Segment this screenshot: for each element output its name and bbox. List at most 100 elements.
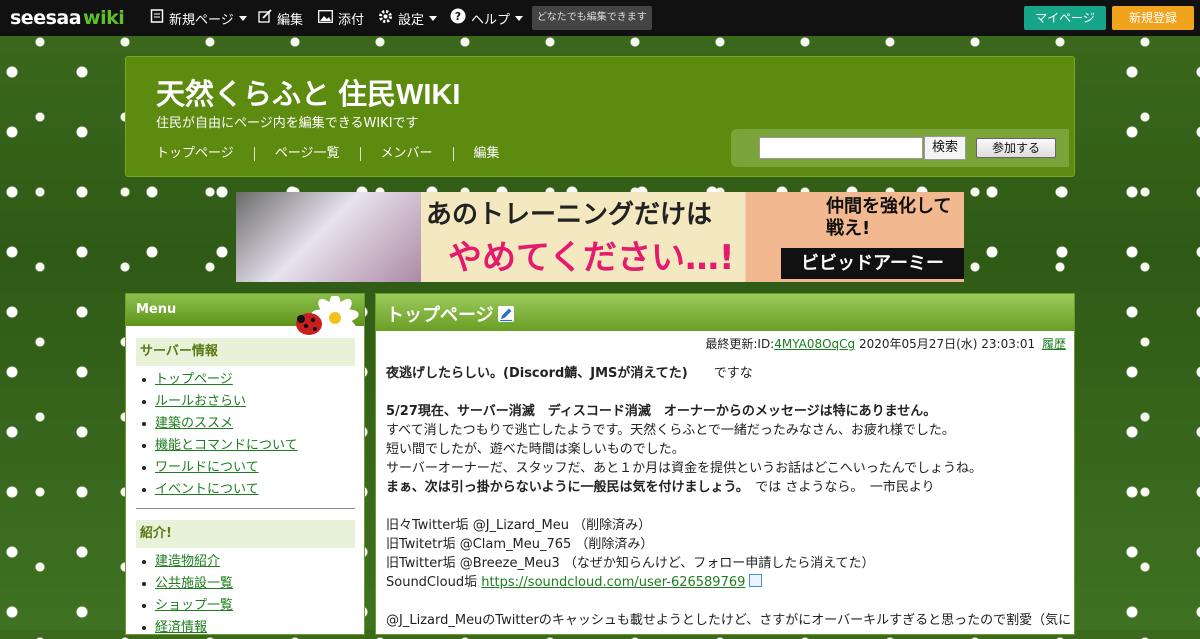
body-line: 5/27現在、サーバー消滅 ディスコード消滅 オーナーからのメッセージは特にあり… <box>386 402 1066 421</box>
list-item: 公共施設一覧 <box>141 573 233 595</box>
sidebar-link-public-facilities[interactable]: 公共施設一覧 <box>155 576 233 591</box>
menu-attach[interactable]: 添付 <box>318 0 364 36</box>
image-icon <box>318 9 333 27</box>
body-line: サーバーオーナーだ、スタッフだ、あと１か月は資金を提供というお話はどこへいったん… <box>386 459 1066 478</box>
site-header: 天然くらふと 住民WIKI 住民が自由にページ内を編集できるWIKIです トップ… <box>125 56 1075 177</box>
menu-new-page[interactable]: 新規ページ <box>150 0 247 36</box>
body-line: まぁ、次は引っ掛からないように一般民は気を付けましょう。 では さようなら。 一… <box>386 478 1066 497</box>
list-item: ショップ一覧 <box>141 595 233 617</box>
banner-brand: ビビッドアーミー <box>781 248 964 279</box>
sidebar-list-introduction: 建造物紹介 公共施設一覧 ショップ一覧 経済情報 <box>141 551 233 639</box>
list-item: 機能とコマンドについて <box>142 435 298 457</box>
body-line-text: 旧Twitetr垢 @Clam_Meu_765 （削除済み） <box>386 537 654 552</box>
new-page-icon <box>150 9 164 27</box>
list-item: 建築のススメ <box>142 413 298 435</box>
nav-edit[interactable]: 編集 <box>452 147 520 161</box>
body-line-text: 旧々Twitter垢 @J_Lizard_Meu （削除済み） <box>386 518 652 533</box>
sidebar-link-events[interactable]: イベントについて <box>155 482 259 497</box>
menu-settings[interactable]: 設定 <box>378 0 438 36</box>
sidebar-link-top-page[interactable]: トップページ <box>155 372 233 387</box>
banner-line-2: やめてください…! <box>448 238 735 278</box>
main-content: トップページ 最終更新:ID:4MYA08OqCg 2020年05月27日(水)… <box>375 293 1075 635</box>
menu-settings-label: 設定 <box>398 12 425 28</box>
ladybug-flower-icon <box>296 296 359 341</box>
sidebar-link-commands[interactable]: 機能とコマンドについて <box>155 438 298 453</box>
body-line: 短い間でしたが、遊べた時間は楽しいものでした。 <box>386 440 1066 459</box>
sidebar-list-server-info: トップページ ルールおさらい 建築のススメ 機能とコマンドについて ワールドにつ… <box>142 369 298 501</box>
body-line-bold: 5/27現在、サーバー消滅 ディスコード消滅 オーナーからのメッセージは特にあり… <box>386 404 937 419</box>
banner-side-text: 仲間を強化して戦え! <box>826 196 952 239</box>
body-line: @J_Lizard_MeuのTwitterのキャッシュも載せようとしたけど、さす… <box>386 611 1071 630</box>
history-link[interactable]: 履歴 <box>1042 337 1066 351</box>
nav-page-list[interactable]: ページ一覧 <box>253 147 360 161</box>
body-line: すべて消したつもりで逃亡したようです。天然くらふとで一緒だったみなさん、お疲れ様… <box>386 421 1066 440</box>
logo-text-seesaa: seesaa <box>10 7 82 29</box>
body-line-bold: まぁ、次は引っ掛からないように一般民は気を付けましょう。 <box>386 480 743 495</box>
gear-icon <box>378 9 393 28</box>
sidebar-divider <box>136 508 355 509</box>
logo-text-wiki: wiki <box>83 7 125 29</box>
sidebar-link-economy[interactable]: 経済情報 <box>155 620 207 635</box>
menu-help[interactable]: ? ヘルプ <box>450 0 524 36</box>
sidebar-title: Menu <box>136 302 177 317</box>
banner-character-image <box>236 192 421 282</box>
mypage-button[interactable]: マイページ <box>1024 6 1106 30</box>
search-input[interactable] <box>759 137 923 159</box>
body-line-text: すべて消したつもりで逃亡したようです。天然くらふとで一緒だったみなさん、お疲れ様… <box>386 423 955 438</box>
meta-prefix: 最終更新:ID: <box>705 337 775 351</box>
sidebar-link-rules[interactable]: ルールおさらい <box>155 394 246 409</box>
sidebar-section-introduction: 紹介! <box>136 520 355 548</box>
sidebar-link-building[interactable]: 建築のススメ <box>155 416 233 431</box>
menu-attach-label: 添付 <box>338 12 365 28</box>
site-title[interactable]: 天然くらふと 住民WIKI <box>156 71 461 113</box>
body-line-text: 短い間でしたが、遊べた時間は楽しいものでした。 <box>386 442 685 457</box>
sidebar-menu: Menu サーバー情報 トップページ ルールおさらい 建築のススメ 機能とコマン… <box>125 293 365 635</box>
body-line: SoundCloud垢 https://soundcloud.com/user-… <box>386 573 1066 592</box>
external-link-icon[interactable] <box>749 574 763 587</box>
page-body: 夜逃げしたらしい。(Discord鯖、JMSが消えてた) ですな 5/27現在、… <box>386 364 1071 630</box>
chevron-down-icon <box>238 15 247 21</box>
body-line: 旧々Twitter垢 @J_Lizard_Meu （削除済み） <box>386 516 1066 535</box>
list-item: トップページ <box>142 369 298 391</box>
search-area: 検索 参加する <box>731 129 1069 167</box>
search-button[interactable]: 検索 <box>924 136 966 160</box>
body-line-bold: 夜逃げしたらしい。(Discord鯖、JMSが消えてた) <box>386 366 688 381</box>
sidebar-section-server-info: サーバー情報 <box>136 338 355 366</box>
seesaa-wiki-logo[interactable]: seesaa wiki <box>10 6 125 30</box>
list-item: 建造物紹介 <box>141 551 233 573</box>
body-line-text: 旧Twitter垢 @Breeze_Meu3 （なぜか知らんけど、フォロー申請し… <box>386 556 875 571</box>
main-header: トップページ <box>376 294 1074 331</box>
meta-date: 2020年05月27日(水) 23:03:01 <box>859 337 1036 351</box>
header-nav: トップページ ページ一覧 メンバー 編集 <box>156 147 520 161</box>
body-line-text: では さようなら。 一市民より <box>742 480 935 495</box>
join-button[interactable]: 参加する <box>976 138 1056 158</box>
nav-top-page[interactable]: トップページ <box>156 147 254 161</box>
sidebar-link-shops[interactable]: ショップ一覧 <box>155 598 233 613</box>
list-item: ルールおさらい <box>142 391 298 413</box>
site-subtitle: 住民が自由にページ内を編集できるWIKIです <box>156 116 419 131</box>
body-line: 旧Twitetr垢 @Clam_Meu_765 （削除済み） <box>386 535 1066 554</box>
chevron-down-icon <box>515 15 524 21</box>
body-line-text: @J_Lizard_MeuのTwitterのキャッシュも載せようとしたけど、さす… <box>386 613 1072 628</box>
svg-text:?: ? <box>455 10 461 23</box>
nav-members[interactable]: メンバー <box>359 147 453 161</box>
register-button[interactable]: 新規登録 <box>1112 6 1194 30</box>
soundcloud-link[interactable]: https://soundcloud.com/user-626589769 <box>481 575 745 590</box>
body-line-text: ですな <box>687 366 753 381</box>
menu-edit-label: 編集 <box>277 12 304 28</box>
meta-editor-id-link[interactable]: 4MYA08OqCg <box>774 337 855 351</box>
body-line-text: SoundCloud垢 <box>386 575 482 590</box>
page-title: トップページ <box>386 305 494 326</box>
chevron-down-icon <box>429 15 438 21</box>
help-icon: ? <box>450 8 466 28</box>
body-line: 旧Twitter垢 @Breeze_Meu3 （なぜか知らんけど、フォロー申請し… <box>386 554 1066 573</box>
edit-pencil-icon[interactable] <box>498 306 514 322</box>
body-line: 夜逃げしたらしい。(Discord鯖、JMSが消えてた) ですな <box>386 364 1066 383</box>
last-updated-meta: 最終更新:ID:4MYA08OqCg 2020年05月27日(水) 23:03:… <box>705 335 1066 352</box>
sidebar-link-buildings[interactable]: 建造物紹介 <box>155 554 220 569</box>
sidebar-link-worlds[interactable]: ワールドについて <box>155 460 259 475</box>
anyone-can-edit-badge: どなたでも編集できます <box>532 6 652 30</box>
ad-banner[interactable]: あのトレーニングだけは やめてください…! 仲間を強化して戦え! ビビッドアーミ… <box>236 192 964 282</box>
menu-edit[interactable]: 編集 <box>258 0 303 36</box>
edit-icon <box>258 9 272 27</box>
